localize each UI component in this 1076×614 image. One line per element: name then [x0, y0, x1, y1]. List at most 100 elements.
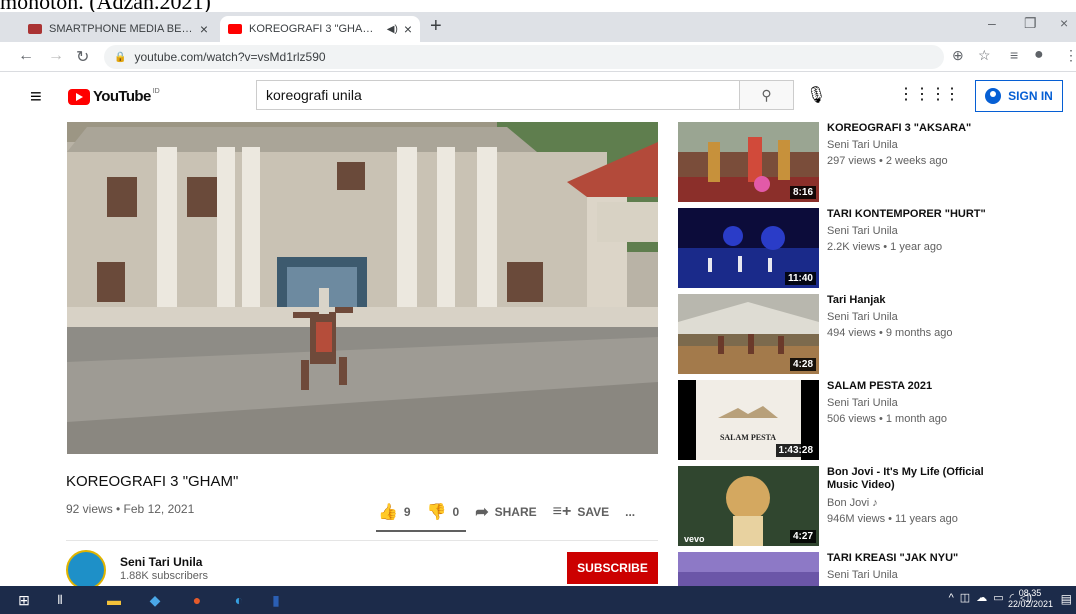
settings-dots-icon[interactable]: ⋮ [944, 84, 960, 104]
recommendation-channel: Seni Tari Unila [827, 139, 898, 151]
apps-grid-icon[interactable]: ⋮⋮⋮ [898, 84, 946, 104]
video-thumbnail[interactable]: 4:28 [678, 294, 819, 374]
dislike-button[interactable]: 👎 0 [427, 502, 460, 522]
system-clock[interactable]: 08.35 22/02/2021 [1008, 588, 1054, 610]
recommendation-channel: Seni Tari Unila [827, 311, 898, 323]
recommendation-channel: Seni Tari Unila [827, 225, 898, 237]
like-button[interactable]: 👍 9 [378, 502, 411, 522]
share-arrow-icon: ➦ [475, 504, 489, 521]
chrome-menu-icon[interactable]: ⋮ [1064, 47, 1076, 64]
document-caption: monoton. (Adzan.2021) [0, 0, 211, 14]
store-icon[interactable]: ◆ [140, 586, 170, 614]
channel-name[interactable]: Seni Tari Unila [120, 555, 202, 569]
youtube-header: ≡ YouTube ID koreografi unila ⚲ 🎙 ⋮⋮⋮ ⋮ … [0, 72, 1076, 120]
recommendation-title: Bon Jovi - It's My Life (Official Music … [827, 466, 984, 491]
video-thumbnail[interactable]: 11:40 [678, 208, 819, 288]
video-frame [67, 122, 658, 454]
channel-subscribers: 1.88K subscribers [120, 570, 209, 582]
recommendation-item[interactable]: 11:40 TARI KONTEMPORER "HURT" Seni Tari … [678, 208, 1068, 290]
search-button[interactable]: ⚲ [740, 80, 794, 110]
back-arrow-icon[interactable]: ← [18, 47, 34, 65]
channel-avatar[interactable] [66, 550, 106, 590]
word-icon[interactable]: ▮ [264, 586, 288, 614]
share-button[interactable]: ➦ SHARE [475, 502, 536, 522]
recommendation-item[interactable]: vevo 4:27 Bon Jovi - It's My Life (Offic… [678, 466, 1068, 548]
thumb-text: SALAM PESTA [720, 433, 776, 442]
url-omnibox[interactable]: 🔒 youtube.com/watch?v=vsMd1rlz590 [104, 45, 944, 69]
divider [66, 540, 658, 541]
video-metadata: 92 views • Feb 12, 2021 [66, 502, 195, 516]
video-player[interactable] [67, 122, 658, 454]
microphone-icon[interactable]: 🎙 [806, 85, 826, 105]
youtube-logo[interactable]: YouTube ID [68, 88, 160, 105]
duration-badge: 11:40 [784, 272, 816, 285]
recommendation-item[interactable]: 8:16 KOREOGRAFI 3 "AKSARA" Seni Tari Uni… [678, 122, 1068, 204]
speaker-icon[interactable]: ◀) [387, 24, 398, 35]
chrome-icon[interactable]: ● [184, 586, 210, 614]
recommendation-views: 2.2K views • 1 year ago [827, 241, 943, 253]
video-thumbnail[interactable]: 8:16 [678, 122, 819, 202]
subscribe-button[interactable]: SUBSCRIBE [567, 552, 658, 584]
minimize-icon[interactable]: – [988, 15, 996, 31]
youtube-play-icon [68, 88, 90, 105]
cloud-icon[interactable]: ☁ [976, 591, 987, 604]
youtube-favicon-icon [228, 24, 242, 34]
edge-icon[interactable]: ◐ [226, 586, 252, 614]
account-icon [985, 88, 1002, 104]
recommendation-item[interactable]: SALAM PESTA 1:43:28 SALAM PESTA 2021 Sen… [678, 380, 1068, 462]
restore-icon[interactable]: ❐ [1024, 15, 1037, 32]
bookmark-star-icon[interactable]: ☆ [978, 47, 991, 64]
hamburger-menu-icon[interactable]: ≡ [30, 86, 42, 109]
pen-icon[interactable]: ◫ [960, 591, 970, 604]
recommendation-views: 297 views • 2 weeks ago [827, 155, 948, 167]
recommendation-views: 494 views • 9 months ago [827, 327, 953, 339]
clock-date: 22/02/2021 [1008, 599, 1054, 609]
profile-icon[interactable]: ● [1034, 46, 1044, 64]
recommendation-title: TARI KREASI "JAK NYU" [827, 552, 959, 564]
install-app-icon[interactable]: ⊕ [952, 47, 964, 64]
browser-tab-bar: SMARTPHONE MEDIA BERKARYA × KOREOGRAFI 3… [0, 12, 1076, 42]
windows-start-icon[interactable]: ⊞ [12, 586, 36, 614]
more-actions-button[interactable]: ... [625, 505, 635, 519]
recommendation-item[interactable]: TARI KREASI "JAK NYU" Seni Tari Unila [678, 552, 1068, 586]
recommendation-title: KOREOGRAFI 3 "AKSARA" [827, 122, 972, 134]
file-explorer-icon[interactable]: ▬ [102, 586, 126, 614]
recommendation-title: SALAM PESTA 2021 [827, 380, 933, 392]
lock-icon: 🔒 [114, 51, 127, 63]
recommendation-channel: Seni Tari Unila [827, 397, 898, 409]
thumb-text: vevo [684, 534, 705, 544]
search-input[interactable]: koreografi unila [256, 80, 740, 110]
video-thumbnail[interactable] [678, 552, 819, 586]
battery-icon[interactable]: ▭ [993, 591, 1003, 604]
duration-badge: 8:16 [789, 186, 816, 199]
like-ratio-bar [376, 530, 466, 532]
browser-tab-smartphone-media[interactable]: SMARTPHONE MEDIA BERKARYA × [20, 16, 216, 42]
close-tab-icon[interactable]: × [200, 21, 208, 37]
recommendation-channel: Seni Tari Unila [827, 569, 898, 581]
video-title: KOREOGRAFI 3 "GHAM" [66, 473, 239, 490]
video-thumbnail[interactable]: vevo 4:27 [678, 466, 819, 546]
chevron-up-icon[interactable]: ^ [949, 592, 954, 604]
browser-tab-youtube[interactable]: KOREOGRAFI 3 "GHAM" - YouTube ◀) × [220, 16, 420, 42]
task-view-icon[interactable]: ⫴ [48, 586, 72, 614]
reload-icon[interactable]: ↻ [76, 47, 89, 67]
close-window-icon[interactable]: × [1060, 15, 1068, 31]
recommendation-title: Tari Hanjak [827, 294, 886, 306]
recommendation-title: TARI KONTEMPORER "HURT" [827, 208, 986, 220]
new-tab-plus-icon[interactable]: + [430, 15, 442, 38]
video-thumbnail[interactable]: SALAM PESTA 1:43:28 [678, 380, 819, 460]
duration-badge: 1:43:28 [775, 444, 816, 457]
search-icon: ⚲ [761, 86, 772, 103]
thumbs-up-icon: 👍 [378, 504, 398, 521]
site-favicon-icon [28, 24, 42, 34]
recommendation-views: 946M views • 11 years ago [827, 513, 958, 525]
address-toolbar: ← → ↻ 🔒 youtube.com/watch?v=vsMd1rlz590 … [0, 42, 1076, 72]
forward-arrow-icon[interactable]: → [48, 47, 64, 65]
notification-icon[interactable]: ▤ [1061, 592, 1072, 606]
sign-in-button[interactable]: SIGN IN [975, 80, 1063, 112]
close-tab-icon[interactable]: × [404, 21, 412, 37]
recommendation-item[interactable]: 4:28 Tari Hanjak Seni Tari Unila 494 vie… [678, 294, 1068, 376]
save-button[interactable]: ≡+ SAVE [553, 503, 609, 521]
reading-list-icon[interactable]: ≡ [1010, 47, 1018, 63]
video-actions: 👍 9 👎 0 ➦ SHARE ≡+ SAVE ... [378, 502, 651, 522]
